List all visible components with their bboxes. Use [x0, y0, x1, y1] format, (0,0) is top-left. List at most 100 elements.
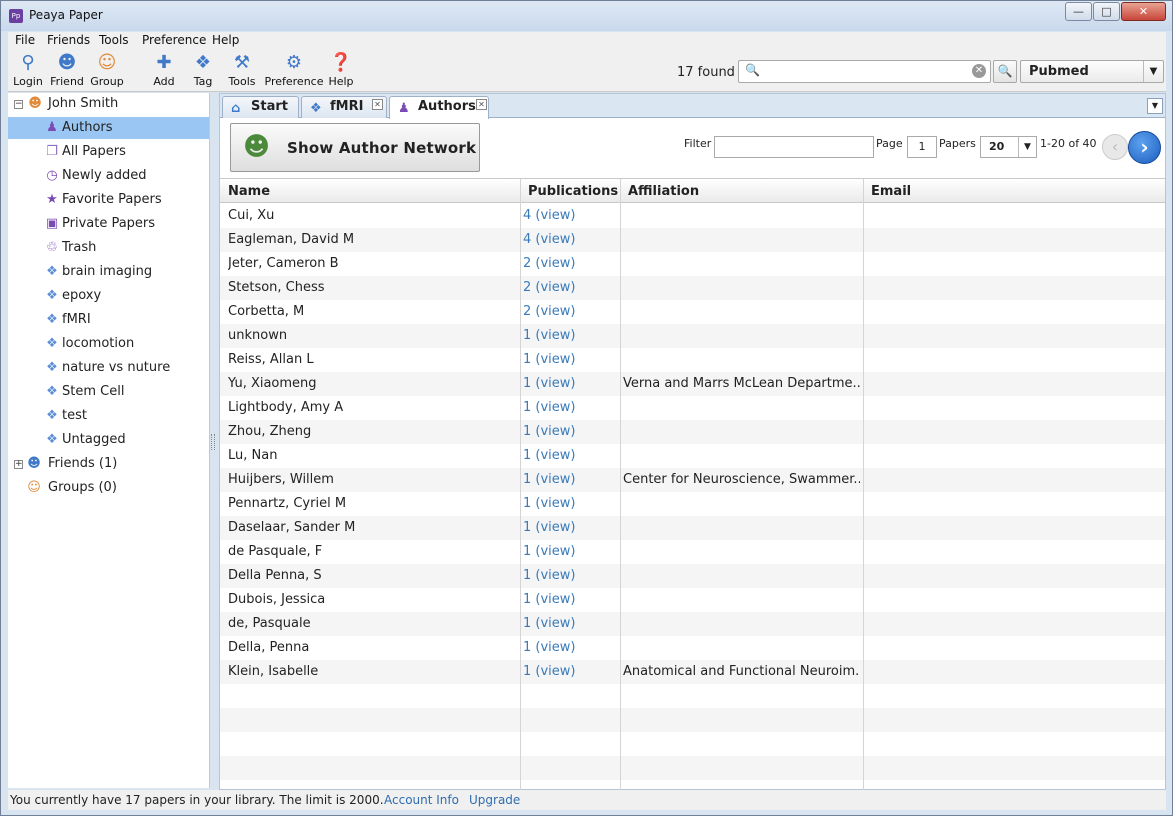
- help-button[interactable]: ❓ Help: [326, 50, 356, 90]
- sidebar-item-stem-cell[interactable]: ❖ Stem Cell: [8, 381, 209, 403]
- show-author-network-button[interactable]: ☻ Show Author Network: [230, 123, 480, 172]
- page-number-input[interactable]: 1: [907, 136, 937, 158]
- sidebar-item-newly-added[interactable]: ◷ Newly added: [8, 165, 209, 187]
- sidebar-item-brain-imaging[interactable]: ❖ brain imaging: [8, 261, 209, 283]
- tab-start[interactable]: ⌂ Start: [222, 96, 299, 118]
- tree-friends[interactable]: ☻ Friends (1): [8, 453, 209, 475]
- prev-page-button[interactable]: ‹: [1102, 134, 1128, 160]
- search-input[interactable]: 🔍 ✕: [738, 60, 991, 83]
- table-row[interactable]: Pennartz, Cyriel M 1 (view): [220, 492, 1165, 516]
- sidebar-item-private-papers[interactable]: ▣ Private Papers: [8, 213, 209, 235]
- table-row[interactable]: unknown 1 (view): [220, 324, 1165, 348]
- filter-input[interactable]: [714, 136, 874, 158]
- close-tab-authors-icon[interactable]: ✕: [476, 99, 487, 110]
- table-row[interactable]: Dubois, Jessica 1 (view): [220, 588, 1165, 612]
- close-tab-fmri-icon[interactable]: ✕: [372, 99, 383, 110]
- view-publications-link[interactable]: 4 (view): [523, 232, 617, 247]
- tab-fmri[interactable]: ❖ fMRI ✕: [301, 96, 387, 118]
- sidebar-item-trash[interactable]: ♲ Trash: [8, 237, 209, 259]
- sidebar-item-fmri[interactable]: ❖ fMRI: [8, 309, 209, 331]
- groups-icon: ☺: [27, 480, 41, 495]
- table-row[interactable]: Jeter, Cameron B 2 (view): [220, 252, 1165, 276]
- view-publications-link[interactable]: 1 (view): [523, 544, 617, 559]
- friend-button[interactable]: ☻ Friend: [48, 50, 86, 90]
- sidebar-item-all-papers[interactable]: ❐ All Papers: [8, 141, 209, 163]
- col-email-header[interactable]: Email: [871, 184, 911, 199]
- sidebar-item-locomotion[interactable]: ❖ locomotion: [8, 333, 209, 355]
- table-row[interactable]: Zhou, Zheng 1 (view): [220, 420, 1165, 444]
- table-row[interactable]: Lightbody, Amy A 1 (view): [220, 396, 1165, 420]
- view-publications-link[interactable]: 1 (view): [523, 616, 617, 631]
- sidebar-item-test[interactable]: ❖ test: [8, 405, 209, 427]
- tab-list-dropdown[interactable]: ▼: [1147, 98, 1163, 114]
- view-publications-link[interactable]: 2 (view): [523, 256, 617, 271]
- view-publications-link[interactable]: 1 (view): [523, 424, 617, 439]
- table-row[interactable]: Daselaar, Sander M 1 (view): [220, 516, 1165, 540]
- upgrade-link[interactable]: Upgrade: [469, 793, 520, 807]
- table-row[interactable]: Cui, Xu 4 (view): [220, 204, 1165, 228]
- table-row[interactable]: de Pasquale, F 1 (view): [220, 540, 1165, 564]
- table-row[interactable]: Della, Penna 1 (view): [220, 636, 1165, 660]
- minimize-button[interactable]: —: [1065, 2, 1092, 21]
- tag-button[interactable]: ❖ Tag: [190, 50, 216, 90]
- maximize-button[interactable]: □: [1093, 2, 1120, 21]
- cell-name: Reiss, Allan L: [228, 352, 314, 367]
- view-publications-link[interactable]: 1 (view): [523, 448, 617, 463]
- group-button[interactable]: ☺ Group: [88, 50, 126, 90]
- sidebar-item-untagged[interactable]: ❖ Untagged: [8, 429, 209, 451]
- view-publications-link[interactable]: 1 (view): [523, 520, 617, 535]
- add-button[interactable]: ✚ Add: [150, 50, 178, 90]
- preference-button[interactable]: ⚙ Preference: [263, 50, 325, 90]
- tag-icon: ❖: [194, 52, 212, 73]
- view-publications-link[interactable]: 1 (view): [523, 664, 617, 679]
- table-row[interactable]: Corbetta, M 2 (view): [220, 300, 1165, 324]
- search-button[interactable]: 🔍: [993, 60, 1017, 83]
- table-row[interactable]: Reiss, Allan L 1 (view): [220, 348, 1165, 372]
- tree-groups[interactable]: ☺ Groups (0): [8, 477, 209, 499]
- sidebar-item-authors[interactable]: ♟ Authors: [8, 117, 209, 139]
- view-publications-link[interactable]: 1 (view): [523, 352, 617, 367]
- menu-preference[interactable]: Preference: [142, 33, 206, 47]
- view-publications-link[interactable]: 1 (view): [523, 592, 617, 607]
- table-row[interactable]: Lu, Nan 1 (view): [220, 444, 1165, 468]
- view-publications-link[interactable]: 1 (view): [523, 640, 617, 655]
- sidebar-item-favorite-papers[interactable]: ★ Favorite Papers: [8, 189, 209, 211]
- view-publications-link[interactable]: 1 (view): [523, 376, 617, 391]
- menu-tools[interactable]: Tools: [99, 33, 129, 47]
- view-publications-link[interactable]: 1 (view): [523, 472, 617, 487]
- menu-help[interactable]: Help: [212, 33, 239, 47]
- source-select[interactable]: Pubmed ▼: [1020, 60, 1164, 83]
- col-publications-header[interactable]: Publications: [528, 184, 618, 199]
- table-row[interactable]: Yu, Xiaomeng 1 (view) Verna and Marrs McLe…: [220, 372, 1165, 396]
- view-publications-link[interactable]: 1 (view): [523, 328, 617, 343]
- table-row[interactable]: Huijbers, Willem 1 (view) Center for Neuro…: [220, 468, 1165, 492]
- table-row[interactable]: Klein, Isabelle 1 (view) Anatomical and Fu…: [220, 660, 1165, 684]
- sidebar-splitter[interactable]: [211, 434, 215, 450]
- menu-file[interactable]: File: [15, 33, 35, 47]
- login-button[interactable]: ⚲ Login: [11, 50, 45, 90]
- next-page-button[interactable]: ›: [1128, 131, 1161, 164]
- view-publications-link[interactable]: 1 (view): [523, 496, 617, 511]
- table-row[interactable]: de, Pasquale 1 (view): [220, 612, 1165, 636]
- clear-search-icon[interactable]: ✕: [972, 64, 986, 78]
- view-publications-link[interactable]: 2 (view): [523, 280, 617, 295]
- tab-authors[interactable]: ♟ Authors ✕: [389, 96, 489, 119]
- col-affiliation-header[interactable]: Affiliation: [628, 184, 699, 199]
- view-publications-link[interactable]: 1 (view): [523, 400, 617, 415]
- table-row[interactable]: Eagleman, David M 4 (view): [220, 228, 1165, 252]
- menu-friends[interactable]: Friends: [47, 33, 90, 47]
- tools-button[interactable]: ⚒ Tools: [225, 50, 259, 90]
- view-publications-link[interactable]: 2 (view): [523, 304, 617, 319]
- col-name-header[interactable]: Name: [228, 184, 270, 199]
- table-row[interactable]: Stetson, Chess 2 (view): [220, 276, 1165, 300]
- view-publications-link[interactable]: 1 (view): [523, 568, 617, 583]
- account-info-link[interactable]: Account Info: [384, 793, 459, 807]
- tree-user[interactable]: ☻ John Smith: [8, 93, 209, 115]
- sidebar-item-nature-vs-nuture[interactable]: ❖ nature vs nuture: [8, 357, 209, 379]
- home-icon: ⌂: [231, 101, 241, 116]
- per-page-select[interactable]: 20 ▼: [980, 136, 1037, 158]
- sidebar-item-epoxy[interactable]: ❖ epoxy: [8, 285, 209, 307]
- close-window-button[interactable]: ✕: [1121, 2, 1166, 21]
- view-publications-link[interactable]: 4 (view): [523, 208, 617, 223]
- table-row[interactable]: Della Penna, S 1 (view): [220, 564, 1165, 588]
